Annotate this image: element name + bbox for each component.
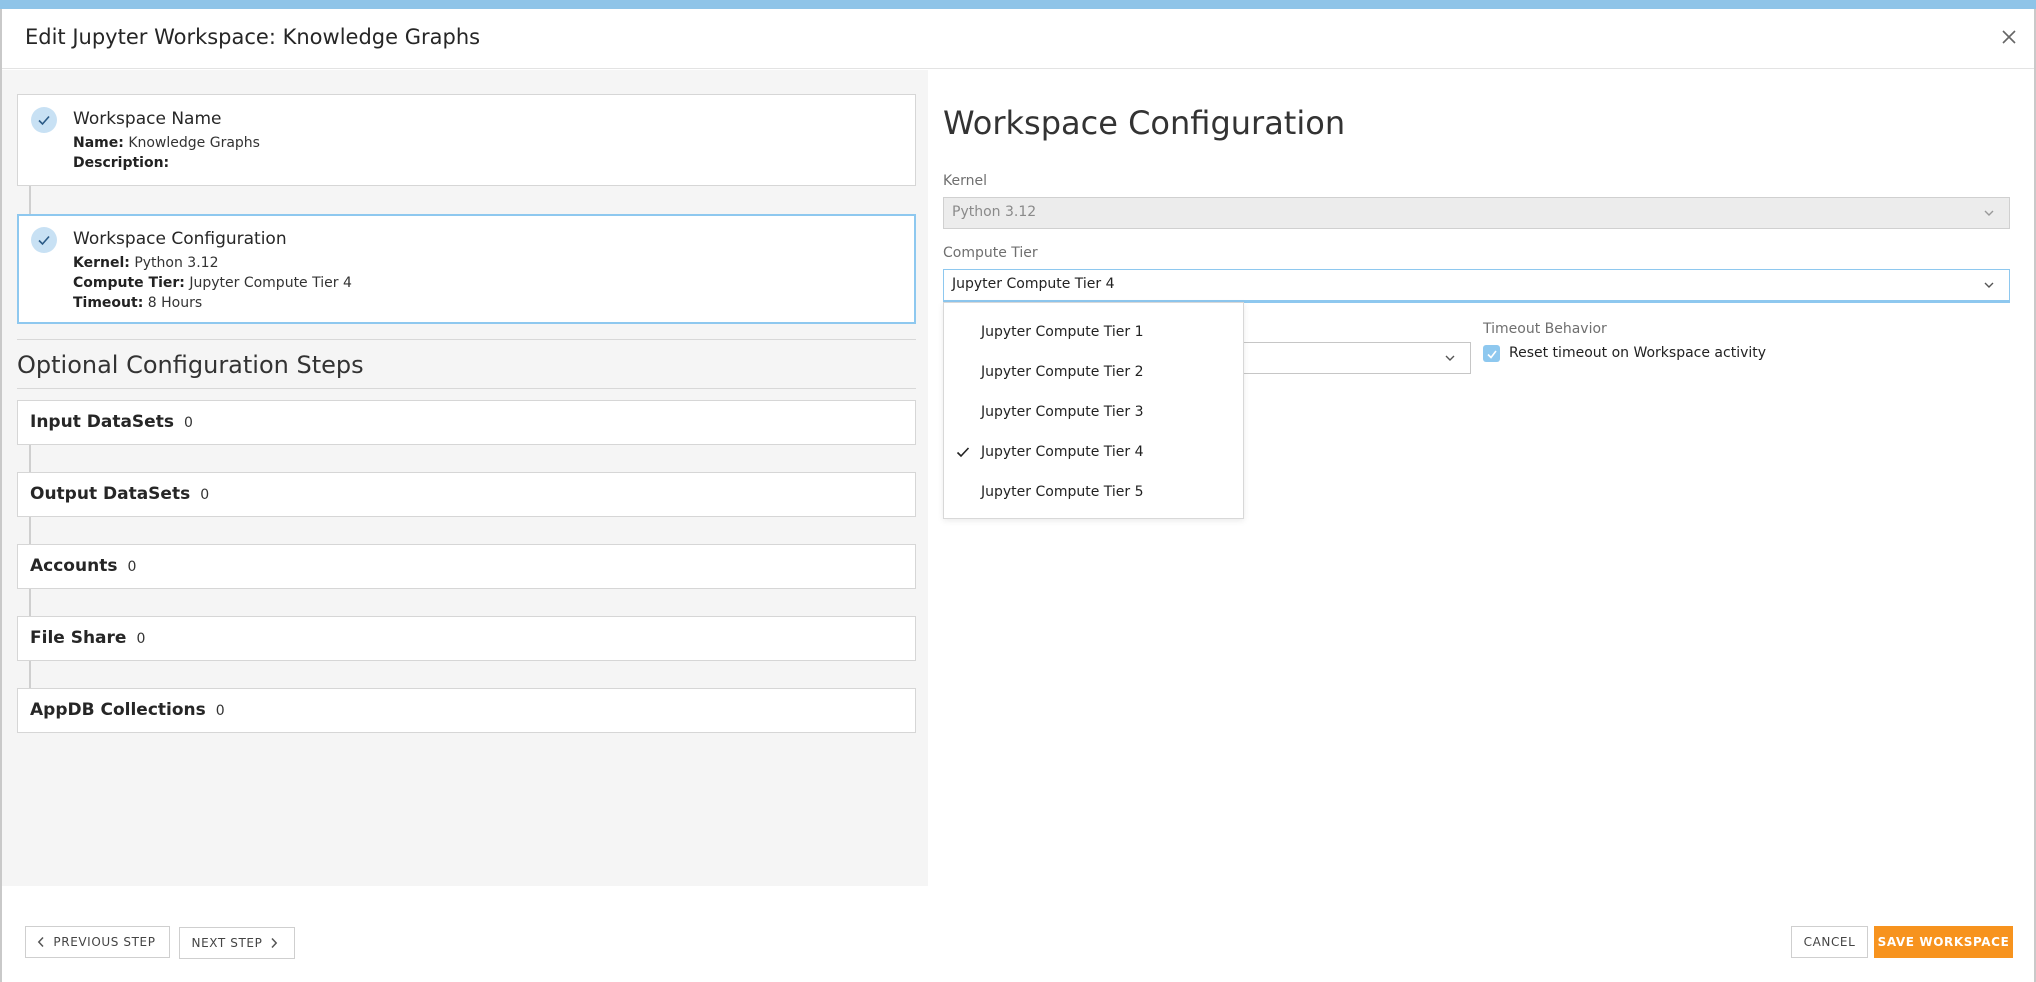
name-value: Knowledge Graphs: [128, 135, 260, 151]
optional-step-count: 0: [215, 703, 225, 719]
compute-tier-field-label: Compute Tier: [943, 245, 1038, 261]
dialog-title: Edit Jupyter Workspace: Knowledge Graphs: [25, 25, 481, 49]
save-workspace-button[interactable]: SAVE WORKSPACE: [1874, 926, 2013, 958]
step-title: Workspace Name: [73, 109, 222, 129]
step-kernel-line: Kernel: Python 3.12: [73, 255, 218, 271]
configuration-title: Workspace Configuration: [943, 104, 1346, 142]
optional-step-appdb-collections[interactable]: AppDB Collections 0: [17, 688, 916, 733]
optional-step-count: 0: [127, 559, 137, 575]
step-compute-line: Compute Tier: Jupyter Compute Tier 4: [73, 275, 352, 291]
compute-label: Compute Tier:: [73, 275, 185, 291]
compute-tier-select[interactable]: Jupyter Compute Tier 4: [943, 269, 2010, 301]
step-connector: [29, 445, 31, 472]
optional-step-label: AppDB Collections: [30, 700, 206, 720]
step-connector: [29, 661, 31, 688]
compute-tier-option-2[interactable]: Jupyter Compute Tier 2: [944, 353, 1243, 393]
reset-timeout-checkbox[interactable]: [1483, 345, 1500, 362]
window-top-bar: [0, 0, 2036, 9]
close-icon: [2002, 30, 2016, 44]
timeout-behavior-label: Timeout Behavior: [1483, 321, 1607, 337]
compute-tier-option-5[interactable]: Jupyter Compute Tier 5: [944, 473, 1243, 513]
option-label: Jupyter Compute Tier 2: [981, 364, 1144, 380]
step-complete-check-icon: [31, 227, 57, 253]
step-title: Workspace Configuration: [73, 229, 287, 249]
chevron-down-icon: [1445, 355, 1455, 361]
optional-step-label: Accounts: [30, 556, 118, 576]
step-connector: [29, 517, 31, 544]
previous-step-button[interactable]: PREVIOUS STEP: [25, 926, 170, 958]
dialog-header: Edit Jupyter Workspace: Knowledge Graphs: [2, 9, 2034, 69]
compute-tier-option-3[interactable]: Jupyter Compute Tier 3: [944, 393, 1243, 433]
close-button[interactable]: [1994, 22, 2024, 52]
description-label: Description:: [73, 155, 170, 171]
optional-step-label: Input DataSets: [30, 412, 174, 432]
kernel-select-value: Python 3.12: [952, 204, 1037, 220]
name-label: Name:: [73, 135, 124, 151]
kernel-field-label: Kernel: [943, 173, 987, 189]
option-label: Jupyter Compute Tier 4: [981, 444, 1144, 460]
dialog-footer: PREVIOUS STEP NEXT STEP CANCEL SAVE WORK…: [2, 886, 2034, 982]
optional-step-count: 0: [183, 415, 193, 431]
optional-step-output-datasets[interactable]: Output DataSets 0: [17, 472, 916, 517]
timeout-value: 8 Hours: [147, 295, 203, 311]
optional-step-count: 0: [136, 631, 146, 647]
optional-steps-title: Optional Configuration Steps: [17, 351, 364, 379]
cancel-button[interactable]: CANCEL: [1791, 926, 1868, 958]
step-complete-check-icon: [31, 107, 57, 133]
reset-timeout-label: Reset timeout on Workspace activity: [1509, 345, 1767, 361]
optional-step-input-datasets[interactable]: Input DataSets 0: [17, 400, 916, 445]
step-workspace-configuration[interactable]: Workspace Configuration Kernel: Python 3…: [17, 214, 916, 324]
chevron-left-icon: [37, 936, 45, 948]
optional-step-label: File Share: [30, 628, 127, 648]
step-workspace-name[interactable]: Workspace Name Name: Knowledge Graphs De…: [17, 94, 916, 186]
compute-tier-option-1[interactable]: Jupyter Compute Tier 1: [944, 313, 1243, 353]
kernel-label: Kernel:: [73, 255, 130, 271]
optional-step-label: Output DataSets: [30, 484, 191, 504]
kernel-value: Python 3.12: [134, 255, 219, 271]
step-description-line: Description:: [73, 155, 169, 171]
chevron-down-icon: [1984, 210, 1994, 216]
optional-steps-heading: Optional Configuration Steps: [17, 339, 916, 389]
option-label: Jupyter Compute Tier 5: [981, 484, 1144, 500]
next-step-button[interactable]: NEXT STEP: [179, 927, 295, 959]
compute-tier-select-value: Jupyter Compute Tier 4: [952, 276, 1115, 292]
step-connector: [29, 186, 31, 214]
selected-check-icon: [956, 447, 970, 458]
kernel-select[interactable]: Python 3.12: [943, 197, 2010, 229]
chevron-down-icon: [1984, 282, 1994, 288]
next-step-label: NEXT STEP: [191, 936, 263, 950]
compute-tier-option-4[interactable]: Jupyter Compute Tier 4: [944, 433, 1243, 473]
timeout-label: Timeout:: [73, 295, 144, 311]
checkmark-icon: [1486, 350, 1497, 359]
previous-step-label: PREVIOUS STEP: [53, 935, 156, 949]
compute-value: Jupyter Compute Tier 4: [189, 275, 352, 291]
steps-pane: Workspace Name Name: Knowledge Graphs De…: [2, 70, 928, 886]
option-label: Jupyter Compute Tier 3: [981, 404, 1144, 420]
optional-step-count: 0: [200, 487, 210, 503]
step-name-line: Name: Knowledge Graphs: [73, 135, 260, 151]
optional-step-accounts[interactable]: Accounts 0: [17, 544, 916, 589]
option-label: Jupyter Compute Tier 1: [981, 324, 1144, 340]
optional-step-file-share[interactable]: File Share 0: [17, 616, 916, 661]
compute-tier-dropdown-menu: Jupyter Compute Tier 1 Jupyter Compute T…: [943, 302, 1244, 519]
step-timeout-line: Timeout: 8 Hours: [73, 295, 202, 311]
step-connector: [29, 589, 31, 616]
chevron-right-icon: [270, 937, 278, 949]
